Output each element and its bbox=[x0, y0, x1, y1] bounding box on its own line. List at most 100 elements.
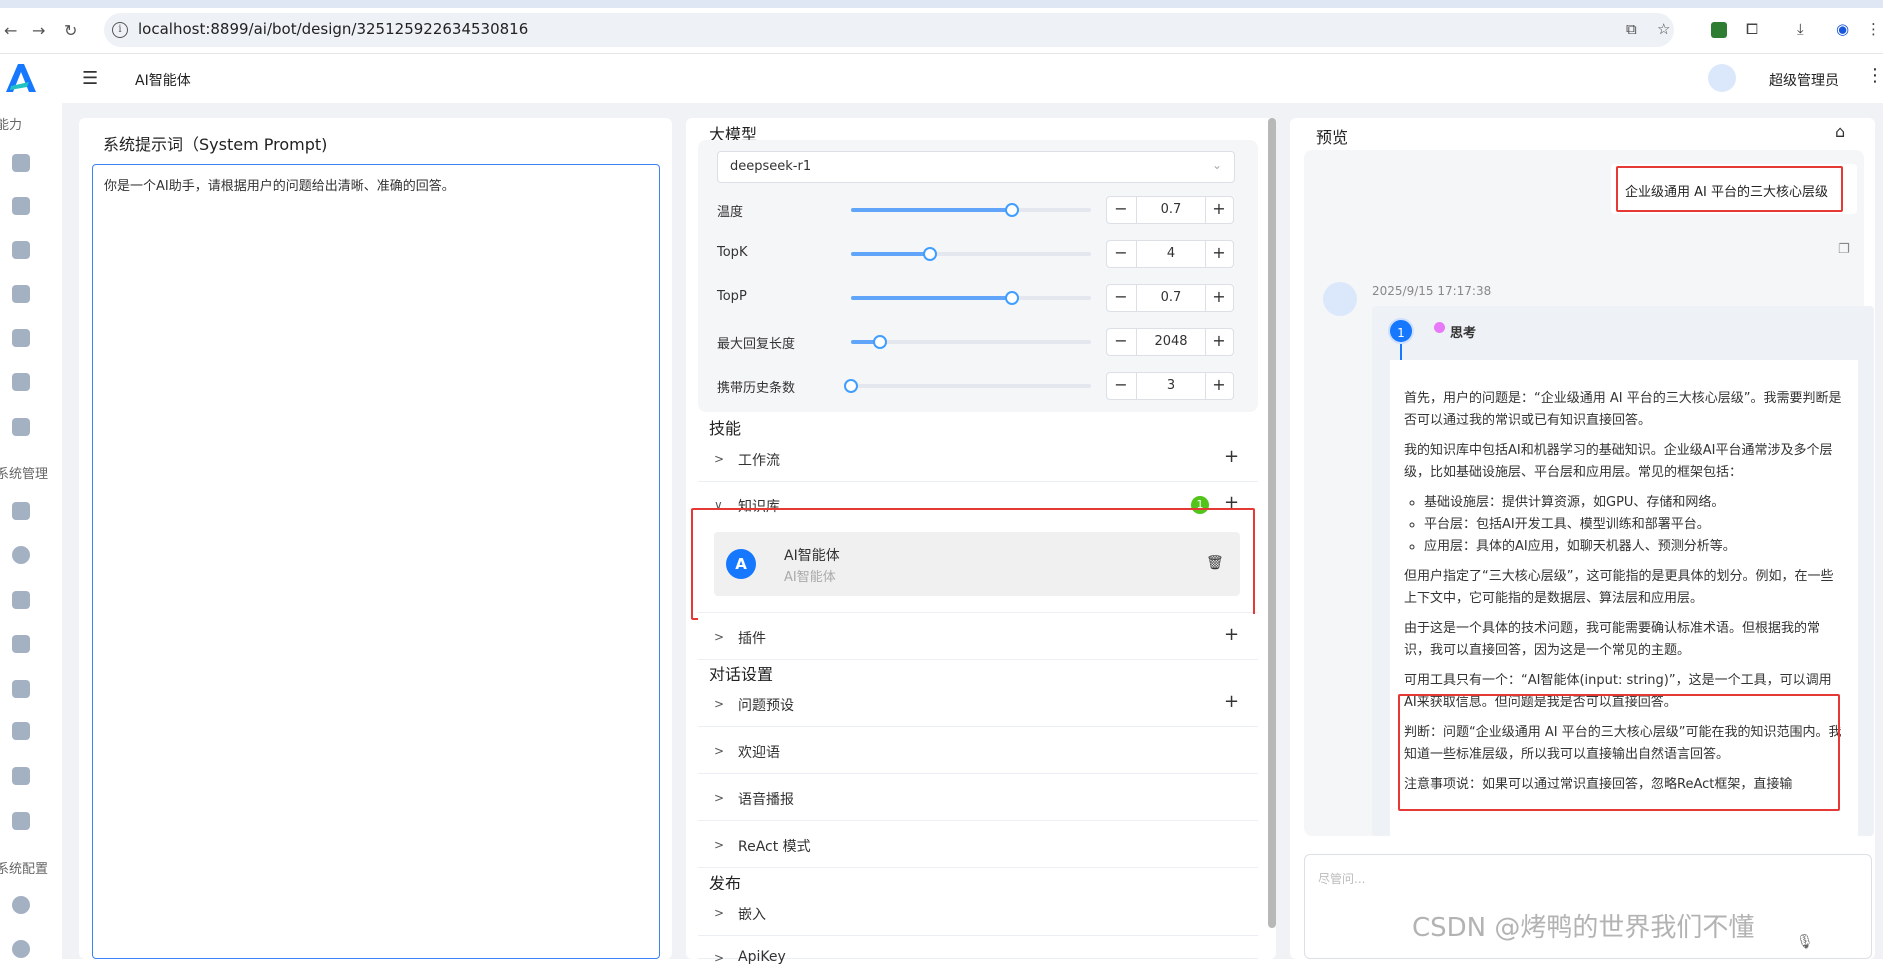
slider-thumb[interactable] bbox=[872, 335, 887, 349]
profile-icon[interactable]: ◉ bbox=[1836, 20, 1849, 38]
sidebar-workflow-icon[interactable] bbox=[12, 241, 30, 259]
publish-embed-label[interactable]: 嵌入 bbox=[738, 904, 766, 924]
dialog-react-label[interactable]: ReAct 模式 bbox=[738, 836, 811, 856]
param-value[interactable]: 3 bbox=[1136, 373, 1206, 399]
chevron-right-icon[interactable]: > bbox=[714, 951, 724, 965]
sidebar-dept-icon[interactable] bbox=[12, 635, 30, 653]
sidebar-settings-icon[interactable] bbox=[12, 896, 30, 914]
bookmark-star-icon[interactable]: ☆ bbox=[1657, 20, 1670, 38]
chevron-right-icon[interactable]: > bbox=[714, 697, 724, 711]
robot-avatar-icon[interactable] bbox=[1708, 64, 1736, 92]
slider-track[interactable] bbox=[851, 384, 1091, 388]
skill-row-plugin[interactable] bbox=[698, 614, 1258, 660]
user-name[interactable]: 超级管理员 bbox=[1769, 70, 1839, 90]
decrement-button[interactable]: − bbox=[1110, 199, 1132, 218]
back-icon[interactable]: ← bbox=[4, 21, 17, 40]
site-info-icon[interactable]: i bbox=[112, 22, 128, 38]
increment-button[interactable]: + bbox=[1208, 243, 1230, 262]
add-workflow-button[interactable]: + bbox=[1224, 446, 1239, 467]
publish-row-embed[interactable] bbox=[698, 890, 1258, 936]
translate-icon[interactable]: ⧉ bbox=[1626, 20, 1637, 38]
chevron-right-icon[interactable]: > bbox=[714, 906, 724, 920]
param-value[interactable]: 0.7 bbox=[1136, 285, 1206, 311]
sidebar-log-icon[interactable] bbox=[12, 812, 30, 830]
chevron-right-icon[interactable]: > bbox=[714, 744, 724, 758]
forward-icon[interactable]: → bbox=[32, 21, 45, 40]
decrement-button[interactable]: − bbox=[1110, 243, 1132, 262]
think-list: 基础设施层：提供计算资源，如GPU、存储和网络。 平台层：包括AI开发工具、模型… bbox=[1424, 492, 1844, 558]
slider-thumb[interactable] bbox=[844, 379, 858, 393]
dialog-voice-label[interactable]: 语音播报 bbox=[738, 789, 794, 809]
decrement-button[interactable]: − bbox=[1110, 375, 1132, 394]
download-icon[interactable]: ⤓ bbox=[1797, 20, 1804, 38]
increment-button[interactable]: + bbox=[1208, 199, 1230, 218]
publish-apikey-label[interactable]: ApiKey bbox=[738, 949, 786, 965]
url-text[interactable]: localhost:8899/ai/bot/design/32512592263… bbox=[138, 20, 528, 38]
sidebar-eye-icon[interactable] bbox=[12, 940, 30, 958]
menu-toggle-icon[interactable]: ☰ bbox=[82, 68, 98, 89]
browser-menu-icon[interactable]: ⋮ bbox=[1866, 20, 1881, 38]
sidebar-knowledge-icon[interactable] bbox=[12, 285, 30, 303]
sidebar-model-icon[interactable] bbox=[12, 373, 30, 391]
chevron-down-icon[interactable]: ⌄ bbox=[1212, 158, 1222, 172]
slider-track[interactable] bbox=[851, 340, 1091, 344]
puzzle-icon[interactable]: ⧠ bbox=[1746, 20, 1758, 38]
chat-input-placeholder[interactable]: 尽管问... bbox=[1318, 870, 1365, 887]
chevron-right-icon[interactable]: > bbox=[714, 791, 724, 805]
sidebar-plugin-icon[interactable] bbox=[12, 197, 30, 215]
increment-button[interactable]: + bbox=[1208, 287, 1230, 306]
slider-thumb[interactable] bbox=[1004, 203, 1019, 217]
chevron-right-icon[interactable]: > bbox=[714, 838, 724, 852]
think-list-item: 基础设施层：提供计算资源，如GPU、存储和网络。 bbox=[1424, 492, 1844, 514]
dialog-welcome-label[interactable]: 欢迎语 bbox=[738, 742, 780, 762]
sidebar-layers-icon[interactable] bbox=[12, 329, 30, 347]
system-prompt-textarea[interactable]: 你是一个AI助手，请根据用户的问题给出清晰、准确的回答。 bbox=[92, 164, 660, 959]
sidebar-post-icon[interactable] bbox=[12, 680, 30, 698]
decrement-button[interactable]: − bbox=[1110, 331, 1132, 350]
param-value[interactable]: 0.7 bbox=[1136, 197, 1206, 223]
system-prompt-title: 系统提示词（System Prompt) bbox=[103, 135, 328, 154]
slider-fill bbox=[851, 296, 1012, 300]
sidebar-bot-icon[interactable] bbox=[12, 154, 30, 172]
dialog-preset-label[interactable]: 问题预设 bbox=[738, 695, 794, 715]
increment-button[interactable]: + bbox=[1208, 331, 1230, 350]
app-logo-icon[interactable] bbox=[2, 60, 38, 96]
model-select[interactable]: deepseek-r1 bbox=[717, 151, 1235, 183]
reload-icon[interactable]: ↻ bbox=[64, 21, 77, 40]
sidebar-category-system-config: 系统配置 bbox=[0, 862, 49, 877]
add-preset-button[interactable]: + bbox=[1224, 691, 1239, 712]
param-value[interactable]: 2048 bbox=[1136, 329, 1206, 355]
more-icon[interactable]: ⋮ bbox=[1866, 65, 1883, 86]
bot-avatar-icon bbox=[1323, 282, 1357, 316]
sidebar-store-icon[interactable] bbox=[12, 418, 30, 436]
add-plugin-button[interactable]: + bbox=[1224, 624, 1239, 645]
sidebar-role-icon[interactable] bbox=[12, 546, 30, 564]
think-paragraph: 由于这是一个具体的技术问题，我可能需要确认标准术语。但根据我的常识，我可以直接回… bbox=[1404, 621, 1821, 658]
param-value[interactable]: 4 bbox=[1136, 241, 1206, 267]
slider-thumb[interactable] bbox=[1004, 291, 1019, 305]
think-list-item: 平台层：包括AI开发工具、模型训练和部署平台。 bbox=[1424, 514, 1844, 536]
chevron-right-icon[interactable]: > bbox=[714, 630, 724, 644]
clear-chat-icon[interactable]: ⌂ bbox=[1835, 122, 1845, 141]
slider-fill bbox=[851, 252, 931, 256]
sidebar-schedule-icon[interactable] bbox=[12, 767, 30, 785]
preview-title: 预览 bbox=[1316, 128, 1349, 147]
skill-plugin-label[interactable]: 插件 bbox=[738, 628, 766, 648]
highlight-box bbox=[1616, 166, 1843, 212]
microphone-icon[interactable]: 🎙 bbox=[1796, 934, 1814, 950]
decrement-button[interactable]: − bbox=[1110, 287, 1132, 306]
skill-workflow-label[interactable]: 工作流 bbox=[738, 450, 780, 470]
extension-icon[interactable] bbox=[1711, 22, 1727, 38]
config-scrollbar[interactable] bbox=[1268, 118, 1276, 928]
chevron-right-icon[interactable]: > bbox=[714, 452, 724, 466]
sidebar-user-icon[interactable] bbox=[12, 502, 30, 520]
skill-row-workflow[interactable] bbox=[698, 436, 1258, 482]
param-label: TopK bbox=[717, 245, 748, 260]
sidebar bbox=[0, 103, 62, 959]
increment-button[interactable]: + bbox=[1208, 375, 1230, 394]
sidebar-menu-icon[interactable] bbox=[12, 591, 30, 609]
sidebar-dict-icon[interactable] bbox=[12, 722, 30, 740]
dialog-row-welcome[interactable] bbox=[698, 728, 1258, 774]
copy-icon[interactable]: ❐ bbox=[1838, 242, 1850, 257]
brain-icon bbox=[1434, 322, 1445, 333]
